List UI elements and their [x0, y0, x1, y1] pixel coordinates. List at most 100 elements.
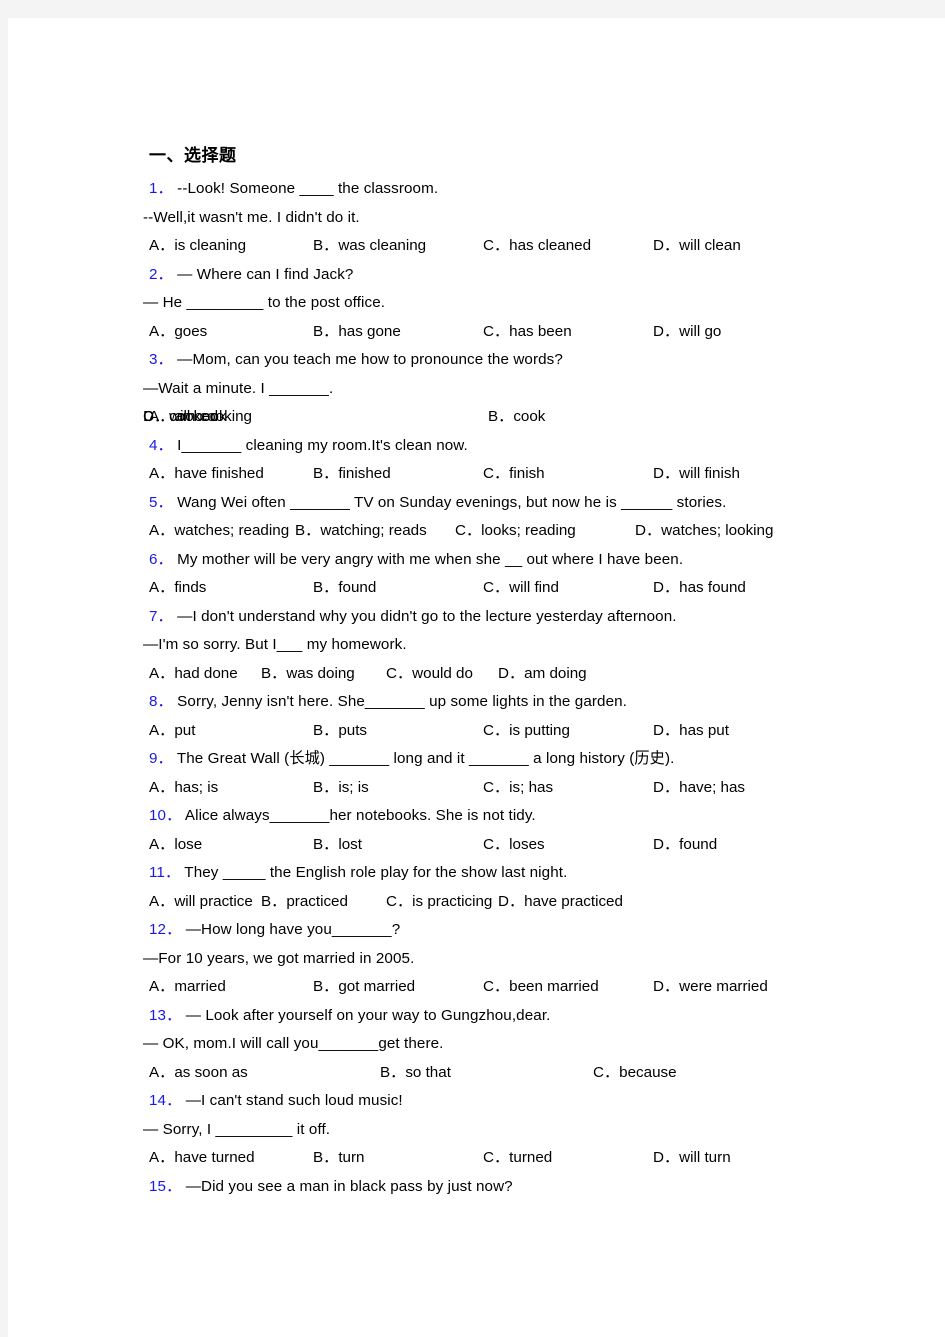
answer-option[interactable]: A．lose — [149, 831, 202, 860]
option-row: A．has; is B．is; is C．is; has D．have; has — [143, 774, 933, 803]
answer-option[interactable]: D．will cook — [143, 403, 227, 432]
question-stem: 3． —Mom, can you teach me how to pronoun… — [149, 346, 933, 375]
answer-option[interactable]: D．am doing — [498, 660, 587, 689]
option-row: A．finds B．found C．will find D．has found — [143, 574, 933, 603]
question-item: 9． The Great Wall (长城) _______ long and … — [143, 745, 933, 802]
answer-option[interactable]: C．loses — [483, 831, 545, 860]
answer-option[interactable]: A．put — [149, 717, 195, 746]
answer-option[interactable]: D．will finish — [653, 460, 740, 489]
question-item: 13． — Look after yourself on your way to… — [143, 1002, 933, 1088]
question-stem-continuation: — OK, mom.I will call you_______get ther… — [143, 1035, 444, 1052]
answer-option[interactable]: B．finished — [313, 460, 391, 489]
question-number: 7． — [149, 607, 173, 625]
question-text: — Look after yourself on your way to Gun… — [181, 1006, 551, 1024]
question-stem: 12． —How long have you_______? — [149, 916, 933, 945]
answer-option[interactable]: D．will go — [653, 318, 721, 347]
answer-option[interactable]: D．were married — [653, 973, 768, 1002]
answer-option[interactable]: B．is; is — [313, 774, 369, 803]
question-item: 2． — Where can I find Jack? — He ________… — [143, 261, 933, 347]
question-stem-continuation: —I'm so sorry. But I___ my homework. — [143, 636, 407, 653]
question-text: The Great Wall (长城) _______ long and it … — [172, 750, 675, 767]
answer-option[interactable]: A．goes — [149, 318, 207, 347]
option-row: A．have turned B．turn C．turned D．will turn — [143, 1144, 933, 1173]
question-number: 8． — [149, 693, 173, 710]
answer-option[interactable]: A．as soon as — [149, 1059, 248, 1088]
question-item: 14． —I can't stand such loud music! — Sor… — [143, 1087, 933, 1173]
question-text: Wang Wei often _______ TV on Sunday even… — [172, 493, 727, 511]
answer-option[interactable]: D．has put — [653, 717, 729, 746]
answer-option[interactable]: B．got married — [313, 973, 415, 1002]
answer-option[interactable]: C．been married — [483, 973, 599, 1002]
question-item: 15． —Did you see a man in black pass by … — [143, 1173, 933, 1202]
answer-option[interactable]: C．will find — [483, 574, 559, 603]
option-row: A．put B．puts C．is putting D．has put — [143, 717, 933, 746]
question-number: 3． — [149, 351, 173, 368]
question-text: —Did you see a man in black pass by just… — [181, 1177, 513, 1195]
answer-option[interactable]: C．looks; reading — [455, 517, 576, 546]
question-text: — Where can I find Jack? — [172, 265, 354, 283]
question-stem: 1． --Look! Someone ____ the classroom. — [149, 175, 933, 204]
answer-option[interactable]: D．will turn — [653, 1144, 731, 1173]
question-stem: 15． —Did you see a man in black pass by … — [149, 1173, 933, 1202]
answer-option[interactable]: D．have; has — [653, 774, 745, 803]
answer-option[interactable]: C．has cleaned — [483, 232, 591, 261]
question-stem: 6． My mother will be very angry with me … — [149, 546, 933, 575]
answer-option[interactable]: A．is cleaning — [149, 232, 246, 261]
answer-option[interactable]: D．has found — [653, 574, 746, 603]
answer-option[interactable]: A．finds — [149, 574, 206, 603]
question-number: 5． — [149, 493, 173, 511]
option-row: A．am cooking B．cook C．cooked D．will cook — [143, 403, 933, 432]
answer-option[interactable]: B．lost — [313, 831, 362, 860]
question-text: They _____ the English role play for the… — [180, 864, 568, 881]
answer-option[interactable]: D．found — [653, 831, 717, 860]
question-stem-continuation: —For 10 years, we got married in 2005. — [143, 949, 415, 967]
answer-option[interactable]: B．turn — [313, 1144, 365, 1173]
answer-option[interactable]: A．has; is — [149, 774, 218, 803]
answer-option[interactable]: A．had done — [149, 660, 238, 689]
question-text: —I don't understand why you didn't go to… — [172, 607, 677, 625]
question-text: —Mom, can you teach me how to pronounce … — [172, 351, 563, 368]
answer-option[interactable]: A．have finished — [149, 460, 264, 489]
answer-option[interactable]: B．was cleaning — [313, 232, 426, 261]
answer-option[interactable]: A．watches; reading — [149, 517, 289, 546]
question-text: —I can't stand such loud music! — [181, 1092, 403, 1109]
answer-option[interactable]: B．cook — [488, 403, 545, 432]
answer-option[interactable]: C．because — [593, 1059, 677, 1088]
answer-option[interactable]: B．has gone — [313, 318, 401, 347]
option-row: A．as soon as B．so that C．because — [143, 1059, 933, 1088]
answer-option[interactable]: B．watching; reads — [295, 517, 427, 546]
question-text: --Look! Someone ____ the classroom. — [172, 180, 439, 197]
question-number: 13． — [149, 1006, 182, 1024]
answer-option[interactable]: B．puts — [313, 717, 367, 746]
question-stem: 5． Wang Wei often _______ TV on Sunday e… — [149, 489, 933, 518]
question-stem-continuation: — He _________ to the post office. — [143, 294, 386, 311]
question-stem: 9． The Great Wall (长城) _______ long and … — [149, 745, 933, 774]
answer-option[interactable]: C．would do — [386, 660, 473, 689]
question-text: Alice always_______her notebooks. She is… — [181, 807, 536, 824]
question-stem-continuation: --Well,it wasn't me. I didn't do it. — [143, 208, 360, 226]
answer-option[interactable]: D．watches; looking — [635, 517, 773, 546]
question-stem: 14． —I can't stand such loud music! — [149, 1087, 933, 1116]
answer-option[interactable]: C．has been — [483, 318, 572, 347]
answer-option[interactable]: C．is; has — [483, 774, 553, 803]
option-row: A．goes B．has gone C．has been D．will go — [143, 318, 933, 347]
answer-option[interactable]: D．have practiced — [498, 888, 623, 917]
question-stem: 7． —I don't understand why you didn't go… — [149, 603, 933, 632]
question-number: 4． — [149, 436, 173, 454]
answer-option[interactable]: B．practiced — [261, 888, 348, 917]
answer-option[interactable]: A．married — [149, 973, 226, 1002]
answer-option[interactable]: B．so that — [380, 1059, 451, 1088]
question-text: I_______ cleaning my room.It's clean now… — [172, 436, 468, 454]
answer-option[interactable]: B．found — [313, 574, 376, 603]
answer-option[interactable]: A．have turned — [149, 1144, 255, 1173]
answer-option[interactable]: B．was doing — [261, 660, 355, 689]
answer-option[interactable]: C．is putting — [483, 717, 570, 746]
question-item: 8． Sorry, Jenny isn't here. She_______ u… — [143, 688, 933, 745]
question-item: 12． —How long have you_______? —For 10 ye… — [143, 916, 933, 1002]
answer-option[interactable]: C．finish — [483, 460, 545, 489]
answer-option[interactable]: A．will practice — [149, 888, 253, 917]
question-item: 5． Wang Wei often _______ TV on Sunday e… — [143, 489, 933, 546]
answer-option[interactable]: C．is practicing — [386, 888, 492, 917]
answer-option[interactable]: C．turned — [483, 1144, 552, 1173]
answer-option[interactable]: D．will clean — [653, 232, 741, 261]
